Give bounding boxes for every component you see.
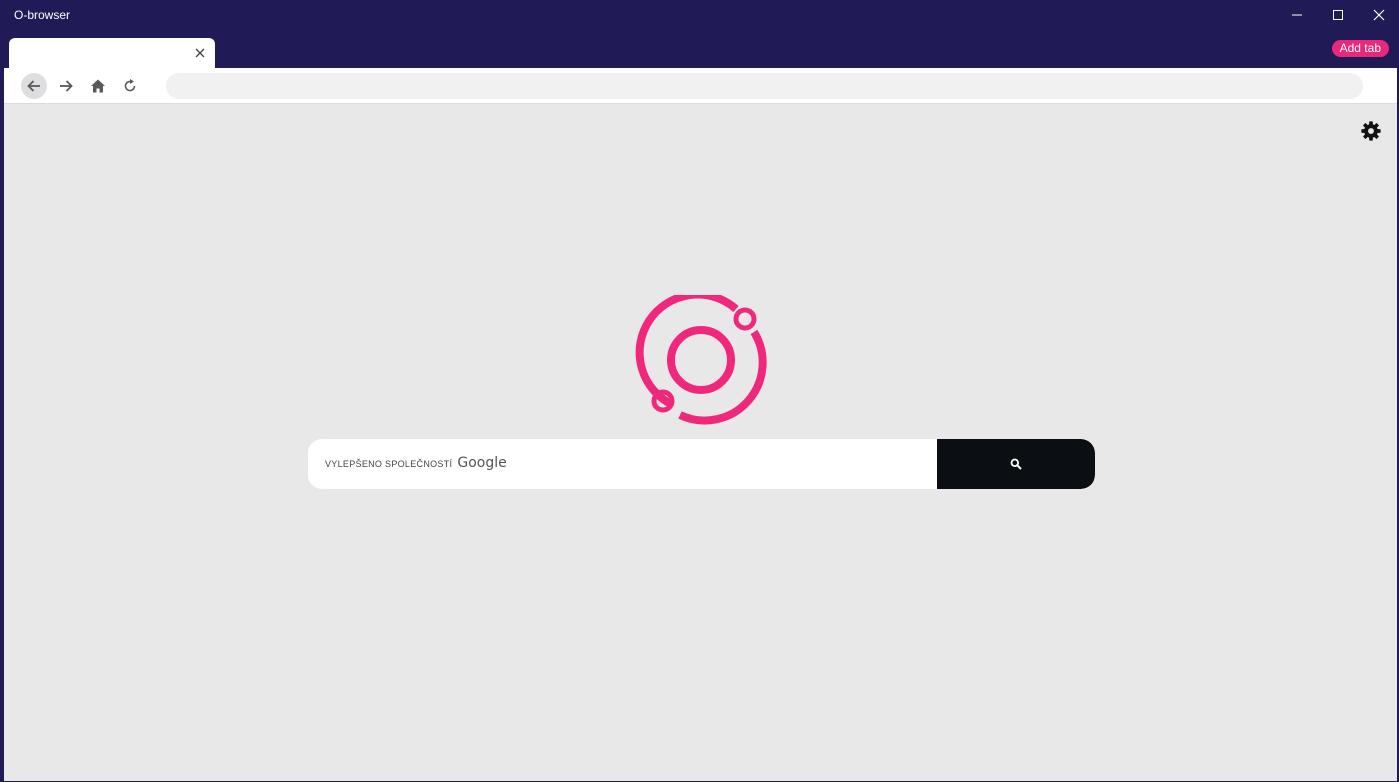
- back-button[interactable]: [21, 73, 47, 99]
- o-browser-logo: [635, 295, 767, 425]
- maximize-icon: [1332, 10, 1343, 20]
- close-icon: [195, 48, 205, 58]
- search-icon: [1010, 458, 1022, 470]
- home-icon: [91, 79, 105, 93]
- settings-button[interactable]: [1360, 120, 1382, 142]
- maximize-button[interactable]: [1317, 0, 1358, 30]
- back-arrow-icon: [27, 80, 40, 92]
- new-tab-page: VYLEPŠENO SPOLEČNOSTÍ Google: [4, 104, 1397, 781]
- title-bar: O-browser: [0, 0, 1399, 30]
- search-box: VYLEPŠENO SPOLEČNOSTÍ Google: [308, 439, 1095, 489]
- reload-button[interactable]: [117, 73, 143, 99]
- browser-window: O-browser Add tab VYLEPŠENO SPOLEČNOSTÍ …: [0, 0, 1399, 782]
- tab-strip: Add tab: [0, 30, 1399, 68]
- minimize-button[interactable]: [1276, 0, 1317, 30]
- close-window-button[interactable]: [1358, 0, 1399, 30]
- search-input[interactable]: [308, 439, 938, 489]
- search-button[interactable]: [937, 439, 1095, 489]
- navigation-bar: [4, 68, 1397, 104]
- minimize-icon: [1291, 14, 1302, 16]
- address-bar[interactable]: [166, 73, 1363, 99]
- window-controls: [1276, 0, 1399, 30]
- tab-item[interactable]: [9, 38, 215, 68]
- home-button[interactable]: [85, 73, 111, 99]
- tab-close-button[interactable]: [194, 47, 206, 59]
- gear-icon: [1361, 121, 1381, 141]
- window-title: O-browser: [14, 8, 71, 22]
- reload-icon: [124, 79, 136, 92]
- forward-button[interactable]: [53, 73, 79, 99]
- forward-arrow-icon: [60, 80, 73, 92]
- close-icon: [1373, 9, 1384, 21]
- add-tab-button[interactable]: Add tab: [1331, 40, 1389, 57]
